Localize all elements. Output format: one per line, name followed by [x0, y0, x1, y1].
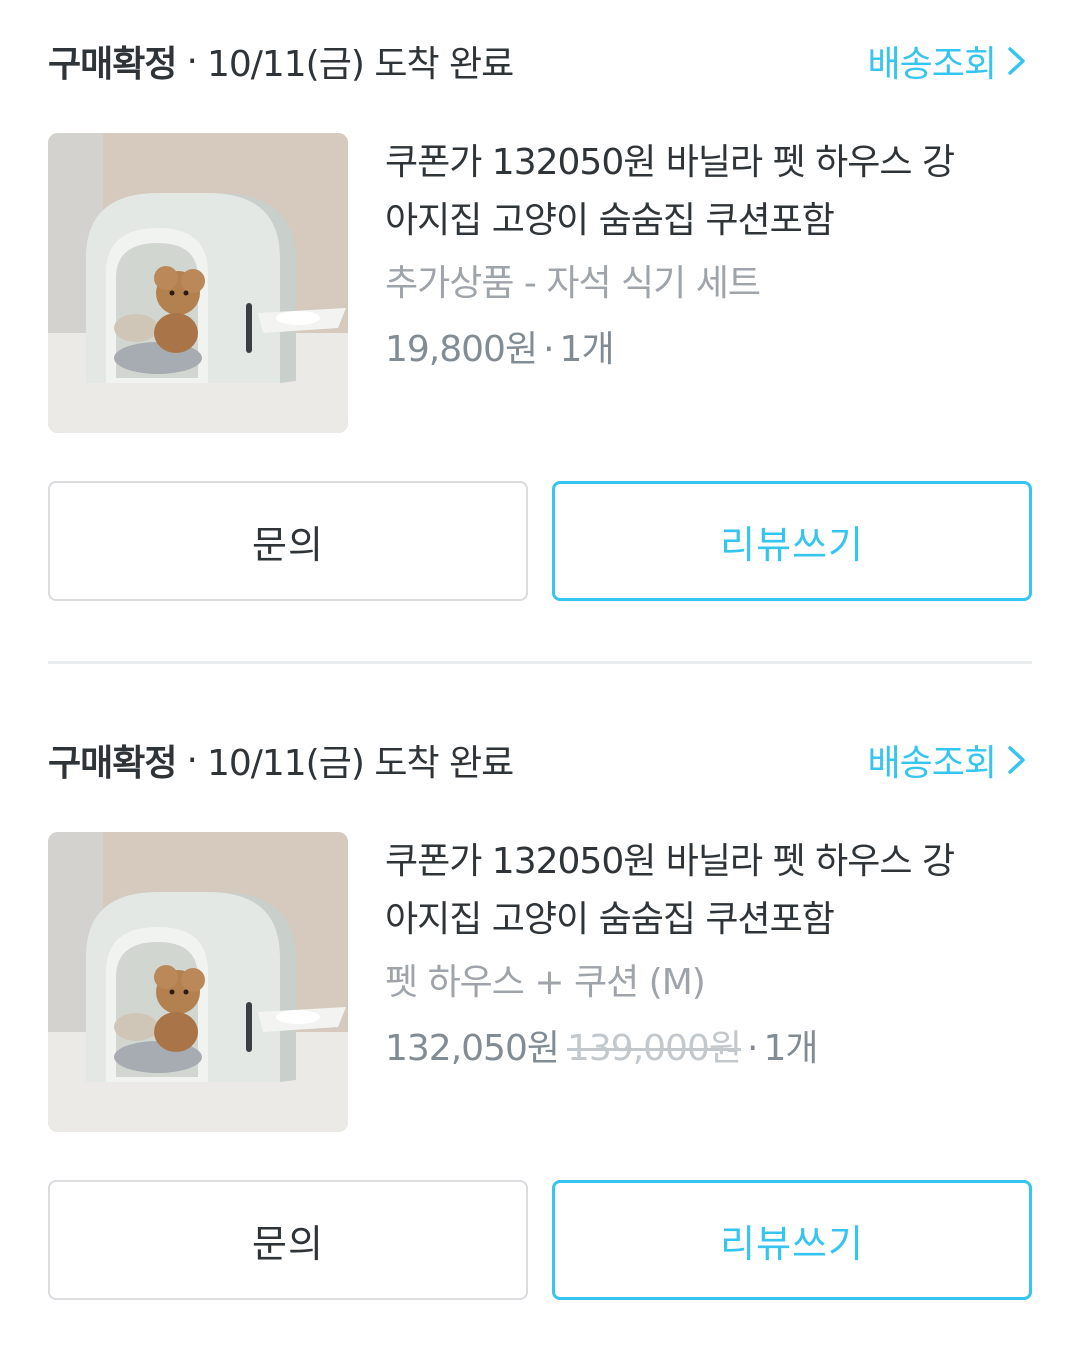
write-review-button[interactable]: 리뷰쓰기: [552, 1180, 1032, 1300]
track-delivery-label: 배송조회: [867, 743, 997, 784]
product-thumbnail[interactable]: [48, 133, 348, 433]
track-delivery-link[interactable]: 배송조회: [868, 35, 1028, 87]
separator-dot: ·: [543, 329, 554, 370]
product-name-line-2: 아지집 고양이 숨숨집 쿠션포함: [385, 200, 835, 241]
inquiry-button[interactable]: 문의: [48, 481, 528, 601]
arrival-date: 10/11(금) 도착 완료: [206, 743, 514, 784]
price-line: 19,800원 · 1개: [385, 324, 1015, 376]
original-price: 139,000원: [567, 1028, 742, 1069]
separator-dot: ·: [186, 40, 197, 82]
track-delivery-link[interactable]: 배송조회: [868, 734, 1028, 786]
order-status: 구매확정: [48, 44, 177, 85]
chevron-right-icon: [1008, 47, 1025, 75]
price: 132,050원: [385, 1028, 560, 1069]
product-name[interactable]: 쿠폰가 132050원 바닐라 펫 하우스 강 아지집 고양이 숨숨집 쿠션포함: [385, 833, 1015, 949]
quantity: 1개: [763, 1028, 818, 1069]
order-status-line: 구매확정 · 10/11(금) 도착 완료: [48, 734, 514, 786]
pet-house-image: [48, 832, 348, 1132]
order-status: 구매확정: [48, 743, 177, 784]
product-name-line-1: 쿠폰가 132050원 바닐라 펫 하우스 강: [385, 841, 955, 882]
price-line: 132,050원 139,000원 · 1개: [385, 1023, 1015, 1075]
write-review-button[interactable]: 리뷰쓰기: [552, 481, 1032, 601]
separator-dot: ·: [186, 739, 197, 781]
product-thumbnail[interactable]: [48, 832, 348, 1132]
price: 19,800원: [385, 329, 538, 370]
quantity: 1개: [559, 329, 615, 370]
product-name[interactable]: 쿠폰가 132050원 바닐라 펫 하우스 강 아지집 고양이 숨숨집 쿠션포함: [385, 134, 1015, 250]
product-option: 추가상품 - 자석 식기 세트: [385, 263, 761, 304]
product-name-line-2: 아지집 고양이 숨숨집 쿠션포함: [385, 899, 835, 940]
chevron-right-icon: [1008, 746, 1025, 774]
product-option: 펫 하우스 + 쿠션 (M): [385, 962, 706, 1003]
separator-dot: ·: [747, 1028, 758, 1069]
track-delivery-label: 배송조회: [867, 44, 997, 85]
section-divider: [48, 661, 1032, 664]
product-name-line-1: 쿠폰가 132050원 바닐라 펫 하우스 강: [385, 142, 955, 183]
order-status-line: 구매확정 · 10/11(금) 도착 완료: [48, 35, 514, 87]
product-info: 쿠폰가 132050원 바닐라 펫 하우스 강 아지집 고양이 숨숨집 쿠션포함…: [385, 833, 1015, 1075]
product-info: 쿠폰가 132050원 바닐라 펫 하우스 강 아지집 고양이 숨숨집 쿠션포함…: [385, 134, 1015, 376]
order-header: 구매확정 · 10/11(금) 도착 완료 배송조회: [48, 36, 1032, 86]
inquiry-button[interactable]: 문의: [48, 1180, 528, 1300]
arrival-date: 10/11(금) 도착 완료: [206, 44, 514, 85]
pet-house-image: [48, 133, 348, 433]
order-header: 구매확정 · 10/11(금) 도착 완료 배송조회: [48, 735, 1032, 785]
